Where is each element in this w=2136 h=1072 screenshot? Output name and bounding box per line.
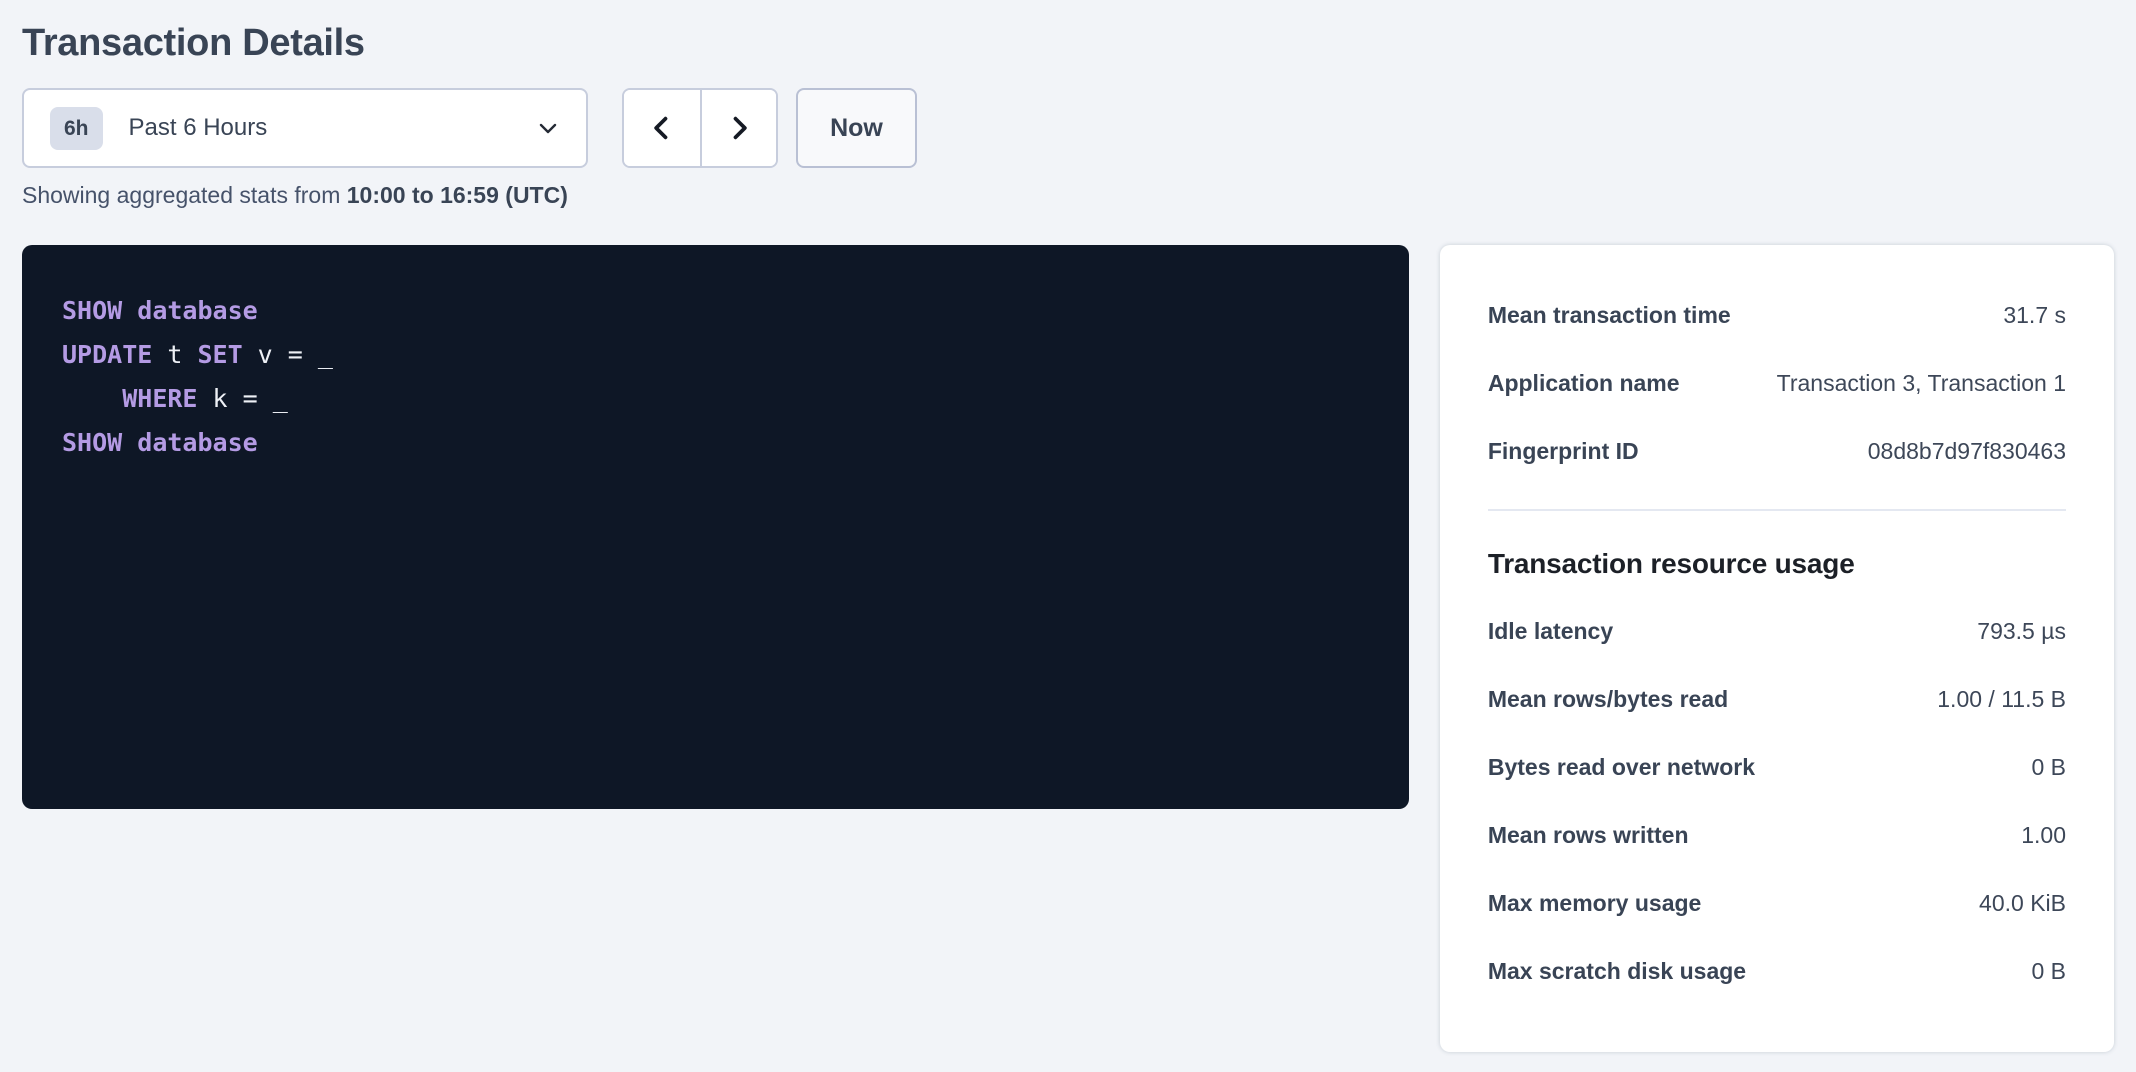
- now-button[interactable]: Now: [796, 88, 917, 168]
- resource-usage-heading: Transaction resource usage: [1488, 531, 2066, 597]
- stat-label: Mean transaction time: [1488, 302, 1731, 329]
- stat-label: Mean rows/bytes read: [1488, 686, 1728, 713]
- transaction-detail-rows: Mean transaction time 31.7 s Application…: [1488, 281, 2066, 485]
- stat-value: 1.00 / 11.5 B: [1937, 686, 2066, 713]
- summary-divider: [1488, 509, 2066, 511]
- stats-period-range: 10:00 to 16:59 (UTC): [347, 182, 568, 208]
- stat-label: Bytes read over network: [1488, 754, 1755, 781]
- stat-value: 793.5 µs: [1977, 618, 2066, 645]
- next-time-button[interactable]: [700, 90, 776, 166]
- page-title: Transaction Details: [22, 20, 2114, 66]
- transaction-details-page: Transaction Details 6h Past 6 Hours Now …: [0, 0, 2136, 1052]
- stat-label: Mean rows written: [1488, 822, 1689, 849]
- stat-row: Idle latency 793.5 µs: [1488, 597, 2066, 665]
- sql-statements-box: SHOW databaseUPDATE t SET v = _ WHERE k …: [22, 245, 1409, 809]
- chevron-right-icon: [725, 114, 753, 142]
- stat-value: Transaction 3, Transaction 1: [1777, 370, 2066, 397]
- stat-value: 1.00: [2021, 822, 2066, 849]
- sql-code: SHOW databaseUPDATE t SET v = _ WHERE k …: [62, 289, 1369, 465]
- prev-time-button[interactable]: [624, 90, 700, 166]
- stat-label: Max scratch disk usage: [1488, 958, 1746, 985]
- stat-label: Fingerprint ID: [1488, 438, 1639, 465]
- stat-row: Mean rows written 1.00: [1488, 801, 2066, 869]
- time-range-selected-label: Past 6 Hours: [129, 114, 510, 142]
- stat-value: 40.0 KiB: [1979, 890, 2066, 917]
- resource-usage-rows: Idle latency 793.5 µs Mean rows/bytes re…: [1488, 597, 2066, 1005]
- time-controls: 6h Past 6 Hours Now: [22, 88, 2114, 168]
- stat-row: Application name Transaction 3, Transact…: [1488, 349, 2066, 417]
- chevron-left-icon: [648, 114, 676, 142]
- stat-row: Mean transaction time 31.7 s: [1488, 281, 2066, 349]
- stat-value: 0 B: [2031, 958, 2066, 985]
- stat-value: 31.7 s: [2003, 302, 2066, 329]
- stat-row: Mean rows/bytes read 1.00 / 11.5 B: [1488, 665, 2066, 733]
- chevron-down-icon: [536, 116, 560, 140]
- stat-label: Max memory usage: [1488, 890, 1701, 917]
- time-step-button-group: [622, 88, 778, 168]
- stats-period-prefix: Showing aggregated stats from: [22, 182, 340, 208]
- time-range-dropdown[interactable]: 6h Past 6 Hours: [22, 88, 588, 168]
- stat-value: 08d8b7d97f830463: [1868, 438, 2066, 465]
- stat-row: Fingerprint ID 08d8b7d97f830463: [1488, 417, 2066, 485]
- transaction-summary-card: Mean transaction time 31.7 s Application…: [1440, 245, 2114, 1052]
- time-range-badge: 6h: [50, 107, 103, 150]
- stat-row: Max memory usage 40.0 KiB: [1488, 869, 2066, 937]
- main-content: SHOW databaseUPDATE t SET v = _ WHERE k …: [22, 245, 2114, 1052]
- stat-value: 0 B: [2031, 754, 2066, 781]
- stat-row: Max scratch disk usage 0 B: [1488, 937, 2066, 1005]
- stat-label: Idle latency: [1488, 618, 1613, 645]
- stat-row: Bytes read over network 0 B: [1488, 733, 2066, 801]
- stat-label: Application name: [1488, 370, 1680, 397]
- stats-period-subtitle: Showing aggregated stats from 10:00 to 1…: [22, 182, 2114, 208]
